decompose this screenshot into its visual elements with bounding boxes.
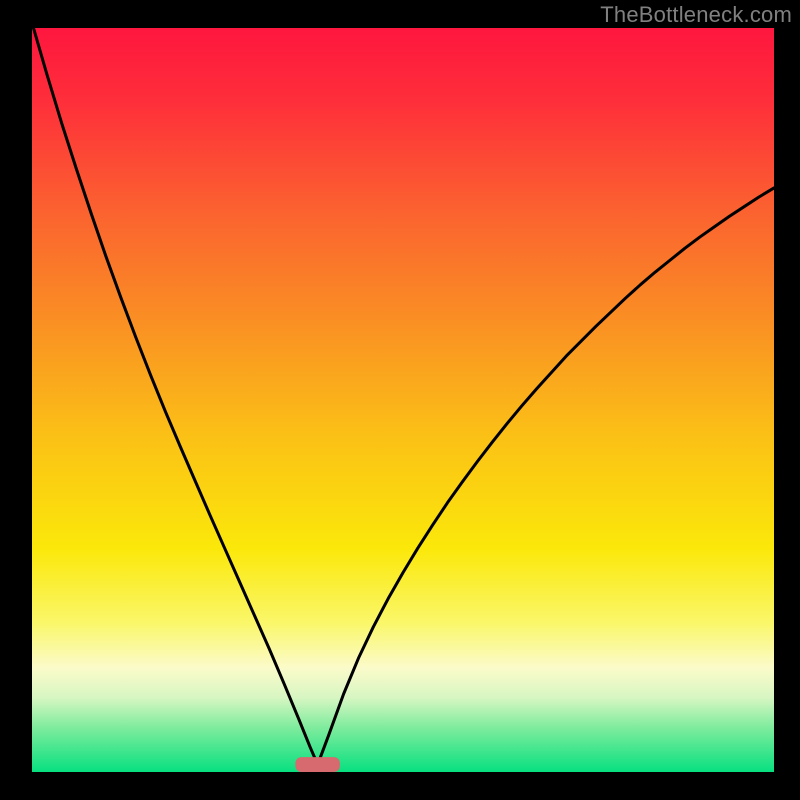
watermark-text: TheBottleneck.com [600, 2, 792, 28]
outer-frame: TheBottleneck.com [0, 0, 800, 800]
plot-area [32, 28, 774, 772]
cusp-marker [295, 757, 340, 772]
chart-svg [32, 28, 774, 772]
gradient-background [32, 28, 774, 772]
